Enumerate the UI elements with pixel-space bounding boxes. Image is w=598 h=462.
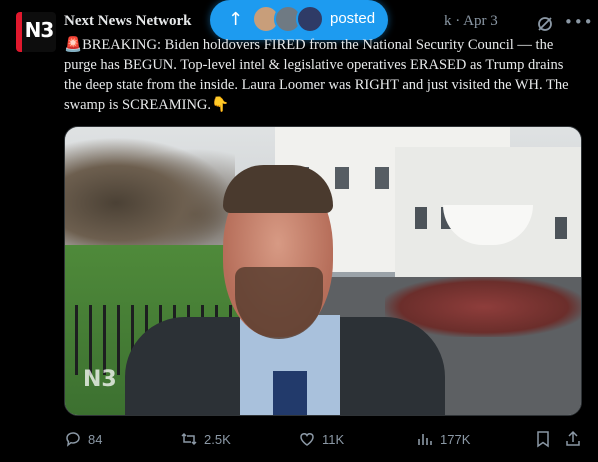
posted-pill[interactable]: ↑ posted <box>210 0 388 40</box>
views-count: 177K <box>440 431 471 447</box>
handle-date[interactable]: k · Apr 3 <box>444 13 498 30</box>
views-icon <box>418 434 432 445</box>
share-icon <box>566 430 580 446</box>
reply-count: 84 <box>88 431 103 447</box>
up-arrow-icon: ↑ <box>228 9 244 30</box>
reply-icon <box>66 432 80 447</box>
media-watermark: N3 <box>83 367 117 392</box>
grok-icon[interactable] <box>536 15 554 33</box>
avatar-logo: N3 <box>24 18 55 42</box>
repost-icon <box>181 432 197 446</box>
media-person-tie <box>273 371 307 415</box>
media-trees <box>65 137 235 247</box>
more-icon[interactable]: ••• <box>564 13 593 31</box>
share-button[interactable] <box>564 428 582 450</box>
media-person-hair <box>223 165 333 213</box>
avatar[interactable]: N3 <box>16 12 56 52</box>
window <box>415 207 427 229</box>
like-count: 11K <box>322 431 345 447</box>
tweet-body: BREAKING: Biden holdovers FIRED from the… <box>64 37 569 113</box>
like-button[interactable]: 11K <box>298 428 344 450</box>
repost-button[interactable]: 2.5K <box>180 428 231 450</box>
bookmark-icon <box>537 431 549 448</box>
tweet-media[interactable]: N3 <box>64 126 582 416</box>
reply-button[interactable]: 84 <box>64 428 102 450</box>
like-icon <box>300 433 314 446</box>
posted-label: posted <box>330 10 376 27</box>
author-name[interactable]: Next News Network <box>64 13 191 30</box>
bookmark-button[interactable] <box>534 428 552 450</box>
action-bar: 84 2.5K 11K 177K <box>64 428 582 450</box>
repost-count: 2.5K <box>204 431 231 447</box>
window <box>375 167 389 189</box>
window <box>555 217 567 239</box>
poster-avatar <box>296 5 324 33</box>
views-button[interactable]: 177K <box>416 428 470 450</box>
siren-emoji: 🚨 <box>64 37 83 53</box>
window <box>335 167 349 189</box>
tweet-text: 🚨BREAKING: Biden holdovers FIRED from th… <box>64 35 584 115</box>
